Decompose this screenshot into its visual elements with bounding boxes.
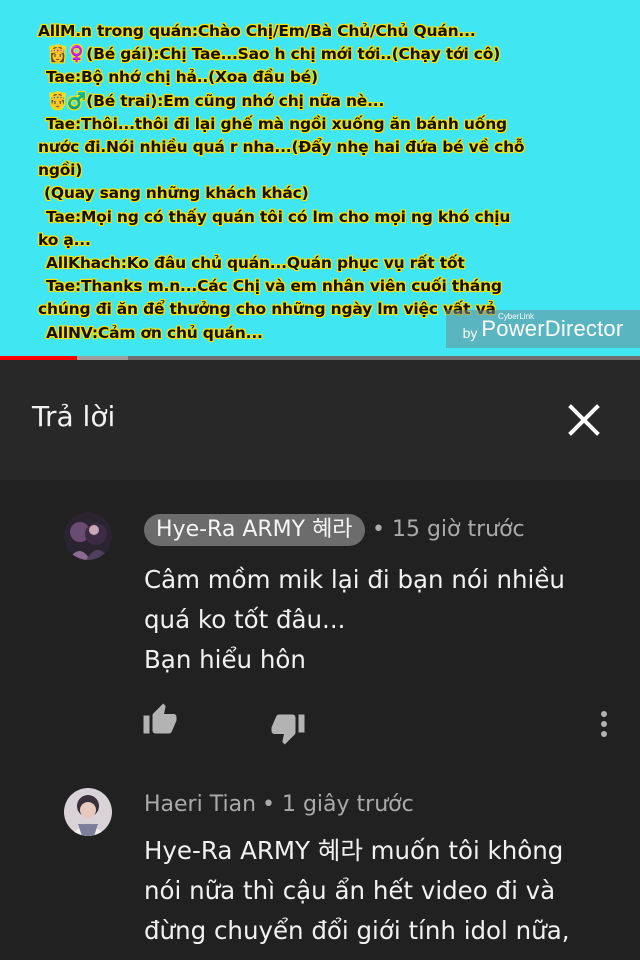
caption-line: Tae:Thôi...thôi đi lại ghế mà ngồi xuống… [46, 114, 507, 133]
comment-timestamp: • 1 giây trước [262, 792, 414, 817]
caption-line: AllM.n trong quán:Chào Chị/Em/Bà Chủ/Chủ… [38, 22, 476, 40]
watermark-by: by [462, 325, 478, 341]
thumb-up-icon [143, 703, 177, 734]
caption-line: ko ạ... [38, 230, 91, 249]
watermark-cyberlink: CyberLink [498, 312, 535, 321]
avatar[interactable] [64, 788, 112, 836]
caption-line: nước đi.Nói nhiều quá r nha...(Đẩy nhẹ h… [38, 138, 525, 157]
caption-line: 🤴♂️(Bé trai):Em cũng nhớ chị nữa nè... [48, 91, 385, 110]
comment-text: Hye-Ra ARMY 혜라 muốn tôi không nói nữa th… [144, 831, 570, 951]
video-player[interactable]: AllM.n trong quán:Chào Chị/Em/Bà Chủ/Chủ… [0, 0, 640, 356]
avatar[interactable] [64, 512, 112, 560]
reply-panel-title: Trả lời [32, 400, 116, 433]
like-button[interactable] [142, 702, 178, 738]
comment-text: Câm mồm mik lại đi bạn nói nhiều quá ko … [144, 560, 565, 680]
comment-line: Hye-Ra ARMY 혜라 muốn tôi không [144, 836, 564, 865]
reply-panel-header: Trả lời [0, 360, 640, 480]
caption-line: 👸♀️(Bé gái):Chị Tae...Sao h chị mới tới.… [48, 45, 501, 64]
comment-line: nói nữa thì cậu ẩn hết video đi và [144, 876, 556, 905]
comment-line: đừng chuyển đổi giới tính idol nữa, [144, 916, 570, 945]
comment-author[interactable]: Haeri Tian [144, 790, 256, 820]
close-icon [568, 404, 600, 436]
video-caption-text: AllM.n trong quán:Chào Chị/Em/Bà Chủ/Chủ… [38, 20, 598, 345]
powerdirector-watermark: CyberLink by PowerDirector [446, 310, 640, 348]
more-vert-icon [601, 711, 607, 737]
comment-author-chip[interactable]: Hye-Ra ARMY 혜라 [144, 514, 365, 546]
close-button[interactable] [562, 398, 606, 442]
comment-timestamp: • 15 giờ trước [372, 517, 525, 542]
avatar-image [64, 788, 112, 836]
dislike-button[interactable] [270, 710, 306, 746]
thumb-down-icon [271, 714, 305, 745]
avatar-image [64, 512, 112, 560]
more-options-button[interactable] [586, 706, 622, 742]
comment-line: Câm mồm mik lại đi bạn nói nhiều [144, 565, 565, 594]
caption-line: Tae:Mọi ng có thấy quán tôi có lm cho mọ… [46, 207, 511, 226]
comment-line: quá ko tốt đâu... [144, 605, 346, 634]
caption-line: AllKhach:Ko đâu chủ quán...Quán phục vụ … [46, 254, 465, 273]
caption-line: (Quay sang những khách khác) [44, 184, 309, 203]
caption-line: ngồi) [38, 161, 83, 180]
comment-line: Bạn hiểu hôn [144, 645, 306, 674]
caption-line: Tae:Bộ nhớ chị hả..(Xoa đầu bé) [46, 68, 318, 87]
caption-line: Tae:Thanks m.n...Các Chị và em nhân viên… [46, 277, 502, 296]
